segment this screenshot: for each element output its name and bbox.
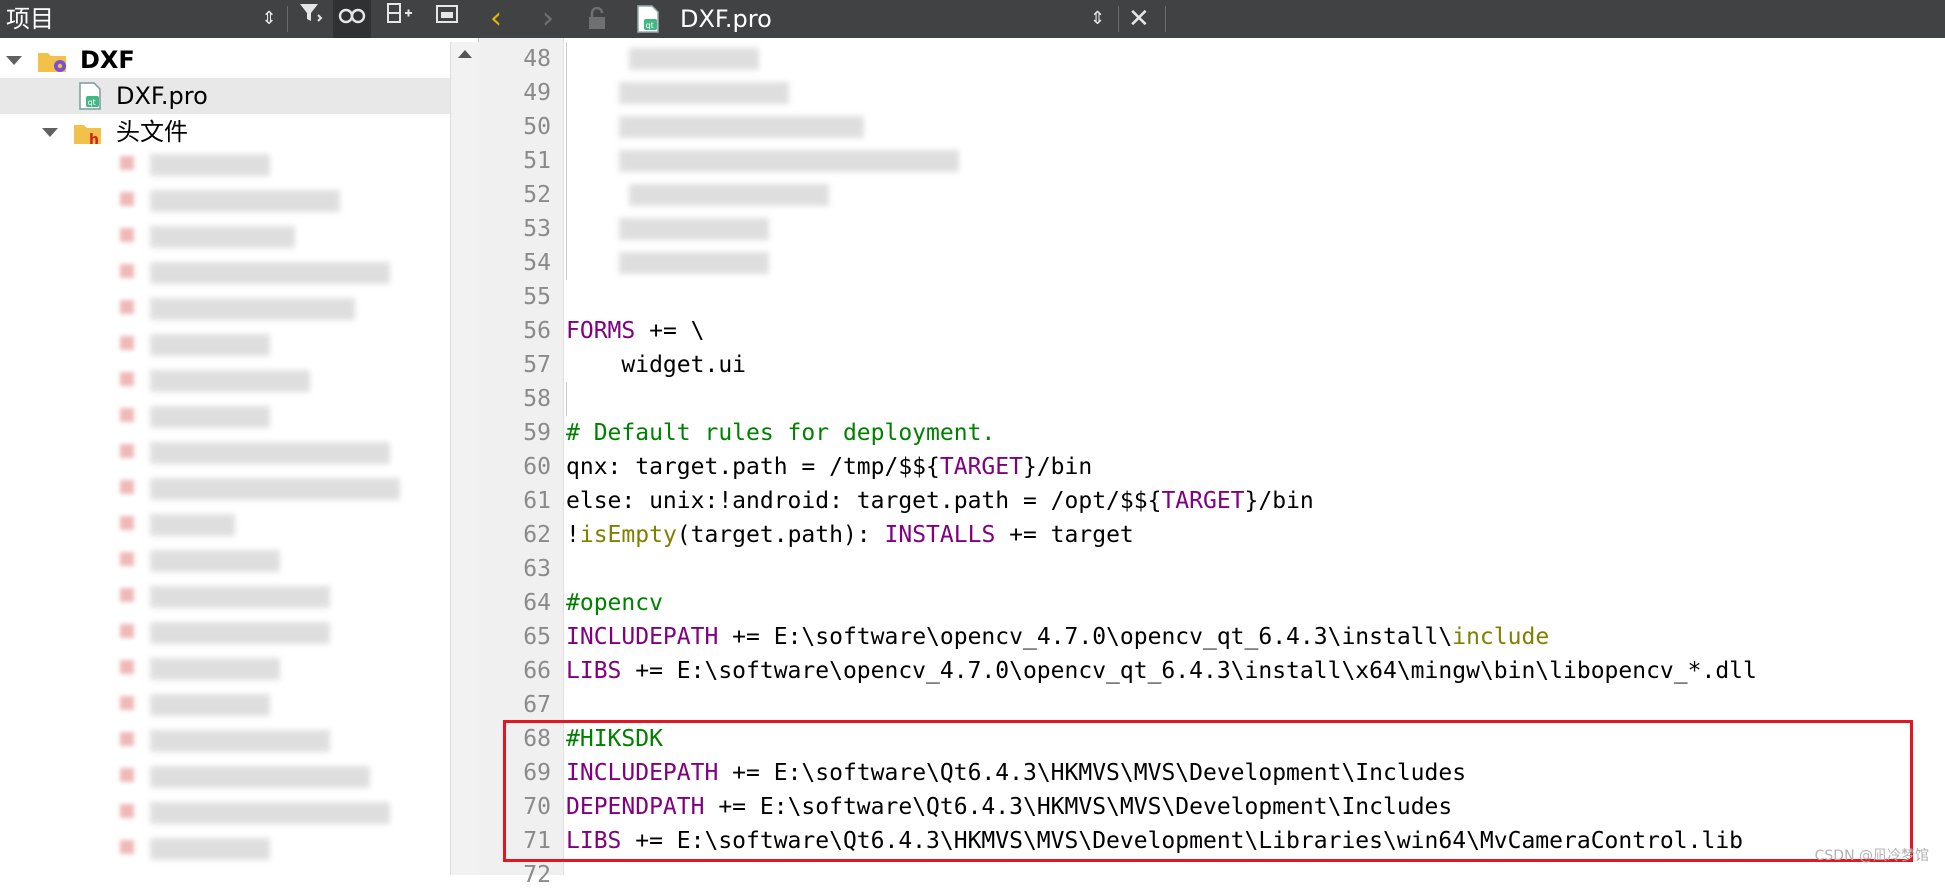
tree-scrollbar[interactable] — [450, 42, 479, 875]
line-number: 57 — [523, 352, 551, 378]
blurred-code — [619, 116, 864, 138]
close-icon[interactable]: ✕ — [1128, 0, 1150, 38]
svg-text:h: h — [89, 132, 99, 147]
svg-text:qt: qt — [88, 98, 96, 107]
project-panel-title: 项目 — [6, 5, 54, 33]
line-number: 48 — [523, 46, 551, 72]
watermark: CSDN @凪冷梦馆 — [1814, 848, 1929, 864]
qt-pro-file-icon: qt — [634, 4, 662, 38]
indent-guide — [566, 382, 567, 416]
line-number: 72 — [523, 862, 551, 888]
tree-item-label: DXF.pro — [116, 82, 208, 110]
blurred-code — [619, 82, 789, 104]
tree-item-label: 头文件 — [116, 118, 188, 146]
line-number: 59 — [523, 420, 551, 446]
blurred-code — [629, 184, 829, 206]
line-number: 61 — [523, 488, 551, 514]
line-number: 55 — [523, 284, 551, 310]
line-number: 65 — [523, 624, 551, 650]
editor-filename[interactable]: DXF.pro — [680, 0, 772, 38]
line-number: 60 — [523, 454, 551, 480]
code-line-59: # Default rules for deployment. — [566, 420, 996, 446]
document-switch-icon[interactable]: ⇕ — [1090, 0, 1105, 38]
code-line-64: #opencv — [566, 590, 663, 616]
line-number: 64 — [523, 590, 551, 616]
line-number: 52 — [523, 182, 551, 208]
lock-icon[interactable] — [586, 6, 608, 35]
svg-text:qt: qt — [646, 21, 654, 30]
blurred-code — [619, 150, 959, 172]
forward-arrow-icon[interactable]: › — [542, 0, 554, 38]
code-line-56: FORMS += \ — [566, 318, 705, 344]
float-panel-icon[interactable] — [428, 0, 466, 38]
code-line-61: else: unix:!android: target.path = /opt/… — [566, 488, 1314, 514]
code-line-60: qnx: target.path = /tmp/$${TARGET}/bin — [566, 454, 1093, 480]
blurred-header-list — [100, 150, 440, 870]
line-number: 63 — [523, 556, 551, 582]
code-line-57: widget.ui — [566, 352, 747, 378]
code-line-66: LIBS += E:\software\opencv_4.7.0\opencv_… — [566, 658, 1757, 684]
line-number: 49 — [523, 80, 551, 106]
filter-icon[interactable] — [292, 0, 330, 38]
chevron-down-icon[interactable] — [42, 125, 58, 139]
tree-item-dxf-pro[interactable]: qt DXF.pro — [0, 78, 450, 114]
sort-updown-icon[interactable]: ⇕ — [250, 0, 288, 38]
back-arrow-icon[interactable]: ‹ — [490, 0, 502, 38]
red-highlight-box — [503, 720, 1913, 862]
line-number: 51 — [523, 148, 551, 174]
tree-item-dxf[interactable]: DXF — [0, 42, 450, 78]
line-number: 54 — [523, 250, 551, 276]
blurred-code — [629, 48, 759, 70]
code-line-62: !isEmpty(target.path): INSTALLS += targe… — [566, 522, 1134, 548]
chevron-down-icon[interactable] — [6, 53, 22, 67]
line-number: 66 — [523, 658, 551, 684]
line-number: 56 — [523, 318, 551, 344]
project-panel: 项目 ⇕ DXF qt DXF.pro h 头文件 — [0, 0, 479, 875]
tree-item-label: DXF — [80, 46, 135, 74]
line-number: 62 — [523, 522, 551, 548]
line-number: 58 — [523, 386, 551, 412]
link-icon[interactable] — [333, 0, 371, 38]
blurred-code — [619, 218, 769, 240]
line-number: 53 — [523, 216, 551, 242]
tree-item-headers[interactable]: h 头文件 — [0, 114, 450, 150]
editor-toolbar: ‹ › qt DXF.pro ⇕ ✕ — [478, 0, 1945, 38]
scroll-up-icon[interactable] — [458, 50, 472, 58]
project-toolbar: 项目 ⇕ — [0, 0, 478, 38]
code-line-65: INCLUDEPATH += E:\software\opencv_4.7.0\… — [566, 624, 1550, 650]
line-number: 67 — [523, 692, 551, 718]
line-number: 50 — [523, 114, 551, 140]
indent-guide — [566, 42, 567, 280]
blurred-code — [619, 252, 769, 274]
split-icon[interactable] — [380, 0, 418, 38]
